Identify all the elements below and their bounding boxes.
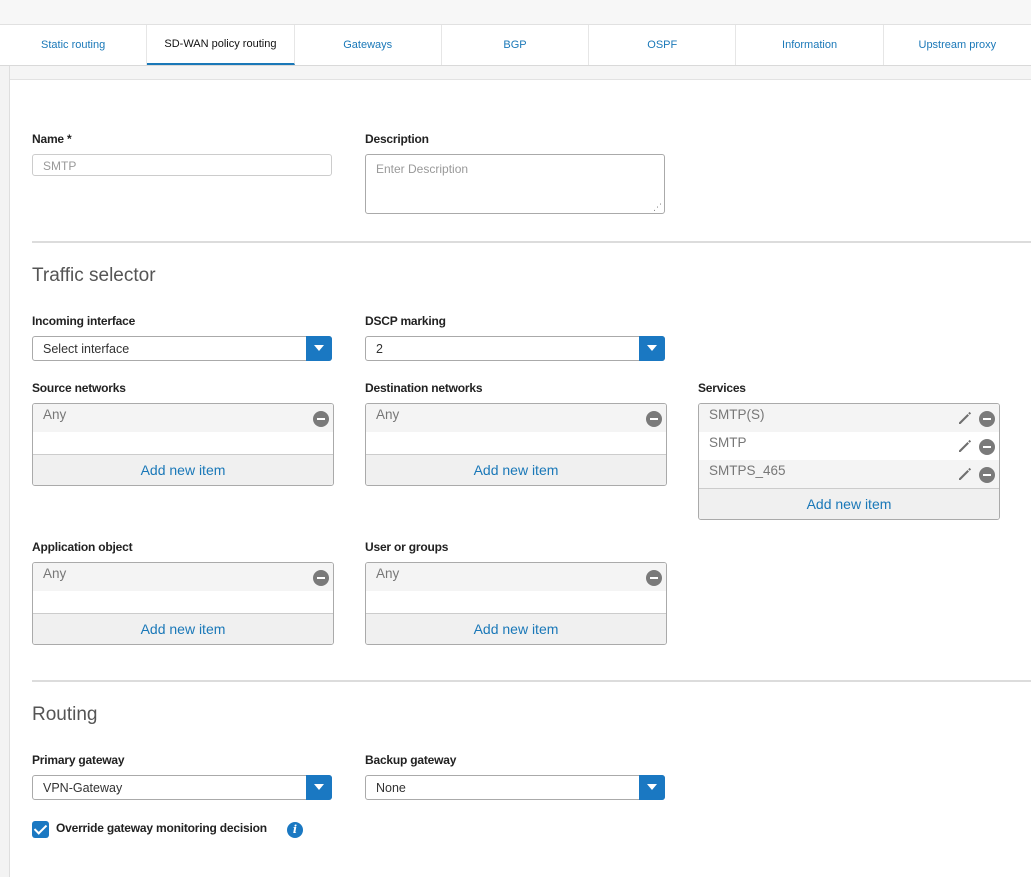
left-gutter	[0, 66, 10, 877]
dscp-marking-select[interactable]: 2	[365, 336, 665, 361]
remove-icon[interactable]	[979, 411, 995, 427]
tab-information[interactable]: Information	[736, 25, 884, 65]
chevron-down-icon[interactable]	[306, 336, 332, 361]
source-networks-label: Source networks	[32, 381, 126, 395]
primary-gateway-label: Primary gateway	[32, 753, 125, 767]
top-bar	[0, 0, 1031, 25]
tab-static-routing[interactable]: Static routing	[0, 25, 148, 65]
pencil-icon[interactable]	[957, 466, 973, 482]
services-label: Services	[698, 381, 746, 395]
remove-icon[interactable]	[979, 467, 995, 483]
override-gateway-label: Override gateway monitoring decision	[56, 821, 267, 835]
add-new-item-button[interactable]: Add new item	[366, 613, 666, 644]
backup-gateway-value: None	[376, 781, 406, 795]
list-item-label: SMTP(S)	[709, 407, 765, 422]
chevron-down-icon[interactable]	[639, 775, 665, 800]
tab-ospf[interactable]: OSPF	[589, 25, 737, 65]
destination-networks-label: Destination networks	[365, 381, 483, 395]
name-input[interactable]: SMTP	[32, 154, 332, 176]
info-icon[interactable]: i	[287, 822, 303, 838]
resize-handle-icon[interactable]: ⋰	[653, 203, 662, 212]
divider	[32, 241, 1031, 243]
primary-gateway-select[interactable]: VPN-Gateway	[32, 775, 332, 800]
list-item-label: Any	[376, 407, 400, 422]
backup-gateway-label: Backup gateway	[365, 753, 457, 767]
primary-gateway-value: VPN-Gateway	[43, 781, 123, 795]
name-label: Name *	[32, 132, 72, 146]
list-item: Any	[33, 563, 333, 591]
pencil-icon[interactable]	[957, 438, 973, 454]
list-item-label: Any	[43, 566, 67, 581]
list-item: Any	[366, 563, 666, 591]
routing-heading: Routing	[32, 704, 98, 725]
remove-icon[interactable]	[313, 411, 329, 427]
list-item: Any	[33, 404, 333, 432]
source-networks-list: Any Add new item	[32, 403, 334, 486]
list-item: SMTP(S)	[699, 404, 999, 432]
divider	[32, 680, 1031, 682]
user-groups-label: User or groups	[365, 540, 449, 554]
list-item: SMTPS_465	[699, 460, 999, 488]
remove-icon[interactable]	[313, 570, 329, 586]
add-new-item-button[interactable]: Add new item	[699, 488, 999, 519]
destination-networks-list: Any Add new item	[365, 403, 667, 486]
pencil-icon[interactable]	[957, 410, 973, 426]
dscp-marking-label: DSCP marking	[365, 314, 446, 328]
list-item: Any	[366, 404, 666, 432]
remove-icon[interactable]	[979, 439, 995, 455]
tab-bgp[interactable]: BGP	[442, 25, 590, 65]
dscp-marking-value: 2	[376, 342, 383, 356]
list-item: SMTP	[699, 432, 999, 460]
tab-bar: Static routing SD-WAN policy routing Gat…	[0, 25, 1031, 66]
description-label: Description	[365, 132, 429, 146]
incoming-interface-label: Incoming interface	[32, 314, 136, 328]
list-item-label: Any	[376, 566, 400, 581]
user-groups-list: Any Add new item	[365, 562, 667, 645]
backup-gateway-select[interactable]: None	[365, 775, 665, 800]
description-textarea[interactable]: Enter Description ⋰	[365, 154, 665, 214]
add-new-item-button[interactable]: Add new item	[366, 454, 666, 485]
remove-icon[interactable]	[646, 570, 662, 586]
chevron-down-icon[interactable]	[306, 775, 332, 800]
incoming-interface-select[interactable]: Select interface	[32, 336, 332, 361]
application-object-list: Any Add new item	[32, 562, 334, 645]
add-new-item-button[interactable]: Add new item	[33, 613, 333, 644]
application-object-label: Application object	[32, 540, 133, 554]
tab-sdwan-policy-routing[interactable]: SD-WAN policy routing	[147, 25, 295, 65]
remove-icon[interactable]	[646, 411, 662, 427]
list-item-label: Any	[43, 407, 67, 422]
override-gateway-checkbox[interactable]	[32, 821, 49, 838]
description-placeholder: Enter Description	[376, 162, 469, 176]
tab-gateways[interactable]: Gateways	[295, 25, 442, 65]
content-header-strip	[10, 66, 1031, 80]
services-list: SMTP(S) SMTP SMTPS_465 Add new item	[698, 403, 1000, 520]
incoming-interface-value: Select interface	[43, 342, 130, 356]
tab-upstream-proxy[interactable]: Upstream proxy	[884, 25, 1031, 65]
add-new-item-button[interactable]: Add new item	[33, 454, 333, 485]
list-item-label: SMTPS_465	[709, 463, 786, 478]
chevron-down-icon[interactable]	[639, 336, 665, 361]
list-item-label: SMTP	[709, 435, 747, 450]
traffic-selector-heading: Traffic selector	[32, 265, 156, 286]
